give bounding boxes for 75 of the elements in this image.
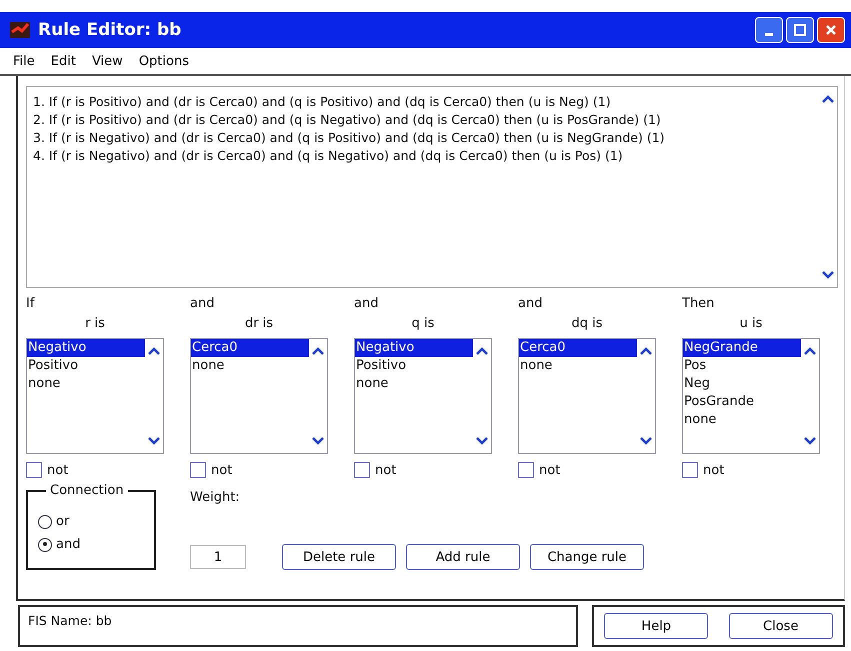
- action-button[interactable]: Add rule: [406, 544, 520, 570]
- rule-item[interactable]: 3. If (r is Negativo) and (dr is Cerca0) and (q is Positivo) and (dq is Cerca0) then (u is NegGrande) (1): [33, 129, 813, 147]
- list-item[interactable]: Positivo: [355, 357, 473, 375]
- checkbox[interactable]: [518, 462, 534, 478]
- connector-label: and: [190, 296, 216, 313]
- checkbox-label: not: [703, 462, 724, 478]
- checkbox[interactable]: [26, 462, 42, 478]
- list-item[interactable]: Positivo: [27, 357, 145, 375]
- list-item[interactable]: PosGrande: [683, 393, 801, 411]
- maximize-icon: [793, 23, 807, 37]
- variable-label: dr is: [244, 316, 274, 333]
- connector-label: If: [26, 296, 36, 313]
- variable-label: dq is: [571, 316, 603, 333]
- list-item[interactable]: none: [27, 375, 145, 393]
- list-item[interactable]: none: [191, 357, 309, 375]
- variable-label: r is: [85, 316, 105, 333]
- close-icon: [824, 23, 838, 37]
- connector-label: Then: [682, 296, 716, 313]
- close-button[interactable]: [817, 17, 845, 43]
- scroll-down-icon[interactable]: [147, 435, 161, 447]
- scroll-down-icon[interactable]: [639, 435, 653, 447]
- window-title: Rule Editor: bb: [38, 20, 182, 40]
- action-button[interactable]: Delete rule: [282, 544, 396, 570]
- connector-label: and: [518, 296, 544, 313]
- radio-label: and: [56, 537, 80, 552]
- scroll-up-icon[interactable]: [475, 345, 489, 357]
- checkbox[interactable]: [354, 462, 370, 478]
- checkbox-label: not: [539, 462, 560, 478]
- scroll-down-icon[interactable]: [475, 435, 489, 447]
- scroll-down-icon[interactable]: [311, 435, 325, 447]
- action-button[interactable]: Change rule: [530, 544, 644, 570]
- scroll-up-icon[interactable]: [147, 345, 161, 357]
- app-icon: [10, 22, 30, 38]
- dialog-button[interactable]: Help: [604, 613, 708, 639]
- checkbox-label: not: [47, 462, 68, 478]
- scroll-down-icon[interactable]: [821, 269, 835, 281]
- list-item[interactable]: none: [519, 357, 637, 375]
- rule-item[interactable]: 1. If (r is Positivo) and (dr is Cerca0) and (q is Positivo) and (dq is Cerca0) then (u is Neg) (1): [33, 93, 813, 111]
- variable-label: q is: [412, 316, 434, 333]
- variable-label: u is: [740, 316, 762, 333]
- list-item[interactable]: Cerca0: [191, 339, 309, 357]
- menu-item[interactable]: Edit: [46, 54, 81, 68]
- list-item[interactable]: none: [355, 375, 473, 393]
- list-item[interactable]: Negativo: [355, 339, 473, 357]
- dialog-button[interactable]: Close: [728, 613, 833, 639]
- scroll-up-icon[interactable]: [803, 345, 817, 357]
- scroll-up-icon[interactable]: [639, 345, 653, 357]
- checkbox[interactable]: [190, 462, 206, 478]
- weight-field[interactable]: 1: [190, 545, 246, 569]
- list-item[interactable]: Pos: [683, 357, 801, 375]
- list-item[interactable]: Negativo: [27, 339, 145, 357]
- minimize-icon: [765, 32, 773, 36]
- scroll-down-icon[interactable]: [803, 435, 817, 447]
- checkbox-label: not: [211, 462, 232, 478]
- radio-label: or: [56, 514, 70, 529]
- scroll-up-icon[interactable]: [311, 345, 325, 357]
- rule-item[interactable]: 2. If (r is Positivo) and (dr is Cerca0) and (q is Negativo) and (dq is Cerca0) then (u is PosGrande) (1): [33, 111, 813, 129]
- status-text: FIS Name: bb: [18, 605, 578, 647]
- connector-label: and: [354, 296, 380, 313]
- radio-button[interactable]: [38, 538, 52, 552]
- list-item[interactable]: Cerca0: [519, 339, 637, 357]
- menu-item[interactable]: View: [86, 54, 128, 68]
- maximize-button[interactable]: [786, 17, 814, 43]
- weight-label: Weight:: [190, 490, 241, 505]
- checkbox-label: not: [375, 462, 396, 478]
- list-item[interactable]: Neg: [683, 375, 801, 393]
- radio-button[interactable]: [38, 514, 52, 528]
- checkbox[interactable]: [682, 462, 698, 478]
- scroll-up-icon[interactable]: [821, 93, 835, 105]
- menu-item[interactable]: File: [8, 54, 40, 68]
- list-item[interactable]: none: [683, 411, 801, 429]
- minimize-button[interactable]: [755, 17, 783, 43]
- menu-item[interactable]: Options: [134, 54, 194, 68]
- list-item[interactable]: NegGrande: [683, 339, 801, 357]
- rule-item[interactable]: 4. If (r is Negativo) and (dr is Cerca0) and (q is Negativo) and (dq is Cerca0) then (u is Pos) (1): [33, 147, 813, 165]
